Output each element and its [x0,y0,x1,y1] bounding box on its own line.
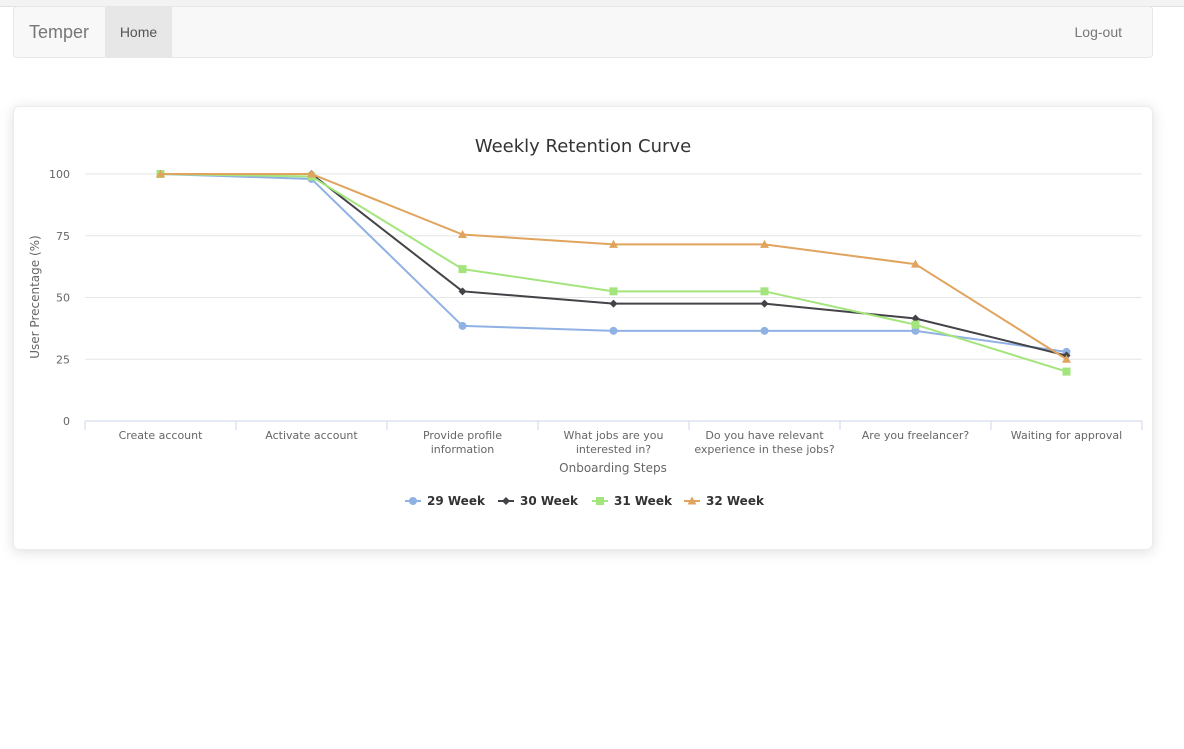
legend-marker-1 [502,497,510,505]
data-point-0-3[interactable] [609,326,618,335]
legend-marker-2 [596,497,604,505]
x-tick-label-2-line-1: information [431,443,495,456]
logout-link[interactable]: Log-out [1075,7,1122,57]
brand-logo[interactable]: Temper [29,7,89,57]
y-tick-label-4: 100 [49,168,70,181]
legend-item-3[interactable]: 32 Week [684,494,765,508]
x-tick-label-4-line-0: Do you have relevant [705,429,824,442]
y-tick-label-1: 25 [56,353,70,366]
x-tick-label-3-line-0: What jobs are you [564,429,664,442]
data-point-1-3[interactable] [609,299,618,308]
x-tick-label-2-line-0: Provide profile [423,429,502,442]
legend-item-0[interactable]: 29 Week [405,494,486,508]
legend-label-1: 30 Week [520,494,579,508]
series-0 [156,170,1071,356]
x-tick-label-3-line-1: interested in? [576,443,651,456]
data-point-1-4[interactable] [760,299,769,308]
legend-label-2: 31 Week [614,494,673,508]
data-point-2-4[interactable] [760,287,769,296]
chart-title: Weekly Retention Curve [475,136,691,157]
legend-label-3: 32 Week [706,494,765,508]
data-point-0-2[interactable] [458,321,467,330]
y-tick-label-0: 0 [63,415,70,428]
legend-label-0: 29 Week [427,494,486,508]
navbar: Temper Home Log-out [13,6,1153,58]
y-tick-label-3: 75 [56,230,70,243]
series-line-0 [160,173,1067,353]
retention-chart: Weekly Retention Curve User Precentage (… [28,136,1143,508]
x-tick-label-1: Activate account [265,429,358,442]
legend-item-1[interactable]: 30 Week [498,494,579,508]
chart-card: Weekly Retention Curve User Precentage (… [13,106,1153,550]
x-axis-label: Onboarding Steps [559,461,667,475]
data-point-0-4[interactable] [760,326,769,335]
data-point-2-6[interactable] [1062,367,1071,376]
y-axis-label: User Precentage (%) [28,235,42,358]
y-tick-label-2: 50 [56,292,70,305]
series-2 [156,170,1071,376]
x-tick-label-5: Are you freelancer? [862,429,970,442]
legend-item-2[interactable]: 31 Week [592,494,673,508]
x-tick-label-4-line-1: experience in these jobs? [694,443,835,456]
data-point-2-5[interactable] [911,320,920,329]
legend-marker-0 [409,497,417,505]
nav-home-link[interactable]: Home [105,7,172,57]
x-tick-label-0: Create account [119,429,204,442]
x-tick-label-6: Waiting for approval [1011,429,1122,442]
data-point-2-2[interactable] [458,265,467,274]
data-point-2-3[interactable] [609,287,618,296]
